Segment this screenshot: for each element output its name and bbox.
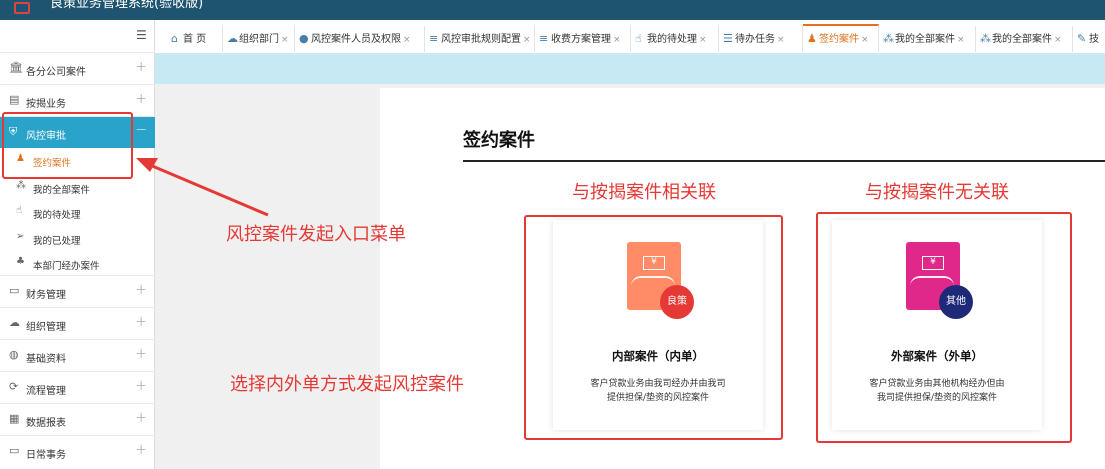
sidebar-sub-all-cases[interactable]: ⁂ 我的全部案件 — [0, 178, 155, 200]
tab-scroll-left-button[interactable] — [155, 26, 167, 52]
close-icon[interactable]: × — [1054, 35, 1062, 45]
tab-todo-tasks[interactable]: ☰ 待办任务 × — [719, 26, 803, 52]
close-icon[interactable]: × — [403, 35, 411, 45]
sidebar-sub-dept-cases[interactable]: ♣ 本部门经办案件 — [0, 254, 155, 276]
close-icon[interactable]: × — [957, 35, 965, 45]
annotation-menu-entry: 风控案件发起入口菜单 — [226, 224, 406, 245]
grid-icon: ⁂ — [980, 32, 991, 45]
app-header: 良策业务管理系统(验收版) — [0, 0, 1105, 20]
sidebar-item-reports[interactable]: ▦ 数据报表 + — [0, 403, 155, 435]
tab-home[interactable]: ⌂ 首 页 — [167, 26, 223, 52]
tab-risk-staff-permissions[interactable]: ● 风控案件人员及权限 × — [295, 26, 425, 52]
close-icon[interactable]: × — [281, 35, 289, 45]
card-title: 外部案件（外单） — [891, 349, 983, 363]
app-logo-icon — [14, 2, 30, 14]
thumb-icon: ☝ — [635, 32, 642, 45]
annotation-highlight-box — [2, 112, 133, 179]
expand-icon: + — [135, 91, 147, 107]
task-icon: ☰ — [723, 32, 733, 45]
close-icon[interactable]: × — [523, 35, 531, 45]
tab-bar: ⌂ 首 页 ☁组织部门 × ● 风控案件人员及权限 × ≡ 风控审批规则配置 × ≡ 收费方案… — [155, 20, 1105, 54]
expand-icon: + — [135, 59, 147, 75]
org-icon: ♣ — [16, 256, 25, 267]
tab-overflow[interactable]: ✎ 技 — [1073, 26, 1105, 52]
card-description: 提供担保/垫资的风控案件 — [606, 393, 710, 403]
flow-icon: ⟳ — [9, 380, 19, 393]
user-icon: ● — [299, 32, 309, 45]
group-label-unlinked: 与按揭案件无关联 — [865, 182, 1009, 203]
tab-my-pending[interactable]: ☝ 我的待处理 × — [631, 26, 719, 52]
card-title: 内部案件（内单） — [612, 349, 704, 363]
edit-icon: ✎ — [1077, 32, 1087, 45]
table-icon: ▦ — [9, 412, 20, 425]
close-icon[interactable]: × — [777, 35, 785, 45]
document-icon: ▤ — [9, 93, 20, 106]
card-description: 我司提供担保/垫资的风控案件 — [876, 393, 998, 403]
tab-all-my-cases[interactable]: ⁂我的全部案件 × — [879, 26, 976, 52]
thumb-icon: ☝ — [16, 205, 23, 216]
sidebar-item-daily[interactable]: ▭ 日常事务 + — [0, 435, 155, 467]
list-icon: ≡ — [429, 32, 439, 45]
sidebar-collapse-icon[interactable]: ☰ — [136, 28, 147, 42]
expand-icon: + — [135, 378, 147, 394]
home-icon: ⌂ — [171, 32, 178, 45]
sidebar-item-branch-cases[interactable]: 🏛 各分公司案件 + — [0, 52, 155, 84]
close-icon[interactable]: × — [613, 35, 621, 45]
page-title: 签约案件 — [463, 130, 535, 151]
cloud-icon: ☁ — [227, 32, 238, 45]
expand-icon: + — [135, 442, 147, 458]
data-icon: ◍ — [9, 348, 19, 361]
card-description: 客户贷款业务由其他机构经办但由 — [869, 379, 1005, 389]
expand-icon: + — [135, 314, 147, 330]
tab-fee-plan[interactable]: ≡ 收费方案管理 × — [535, 26, 631, 52]
expand-icon: + — [135, 346, 147, 362]
collapse-icon: − — [135, 122, 147, 138]
card-badge: 其他 — [939, 285, 973, 319]
expand-icon: + — [135, 410, 147, 426]
wallet-icon: ▭ — [9, 284, 20, 297]
tab-org-dept[interactable]: ☁组织部门 × — [223, 26, 295, 52]
tab-all-my-cases-2[interactable]: ⁂我的全部案件 × — [976, 26, 1073, 52]
expand-icon: + — [135, 282, 147, 298]
sidebar-item-workflow[interactable]: ⟳ 流程管理 + — [0, 371, 155, 403]
cloud-icon: ☁ — [9, 316, 20, 329]
app-title: 良策业务管理系统(验收版) — [50, 0, 204, 11]
sidebar-item-finance[interactable]: ▭ 财务管理 + — [0, 275, 155, 307]
close-icon[interactable]: × — [699, 35, 707, 45]
card-badge: 良策 — [660, 285, 694, 319]
toolbar-strip — [155, 54, 1105, 84]
bank-icon: 🏛 — [9, 61, 23, 74]
group-label-linked: 与按揭案件相关联 — [572, 182, 716, 203]
send-icon: ➢ — [16, 231, 25, 242]
external-case-card[interactable]: ¥ 其他 外部案件（外单） 客户贷款业务由其他机构经办但由 我司提供担保/垫资的… — [832, 220, 1042, 430]
grid-icon: ⁂ — [16, 180, 26, 191]
sidebar-sub-my-processed[interactable]: ➢ 我的已处理 — [0, 229, 155, 251]
tab-risk-rule-config[interactable]: ≡ 风控审批规则配置 × — [425, 26, 535, 52]
sign-user-icon: ♟ — [807, 32, 817, 45]
sidebar-item-org[interactable]: ☁ 组织管理 + — [0, 307, 155, 339]
annotation-select-mode: 选择内外单方式发起风控案件 — [230, 374, 464, 395]
list-icon: ≡ — [539, 32, 549, 45]
internal-case-card[interactable]: ¥ 良策 内部案件（内单） 客户贷款业务由我司经办并由我司 提供担保/垫资的风控… — [553, 220, 763, 430]
title-divider — [463, 160, 1105, 162]
grid-icon: ⁂ — [883, 32, 894, 45]
sidebar-sub-my-pending[interactable]: ☝ 我的待处理 — [0, 203, 155, 225]
close-icon[interactable]: × — [861, 35, 869, 45]
sidebar-item-basic-data[interactable]: ◍ 基础资料 + — [0, 339, 155, 371]
monitor-icon: ▭ — [9, 444, 20, 457]
card-description: 客户贷款业务由我司经办并由我司 — [590, 379, 726, 389]
tab-signed-cases[interactable]: ♟ 签约案件 × — [803, 24, 879, 52]
